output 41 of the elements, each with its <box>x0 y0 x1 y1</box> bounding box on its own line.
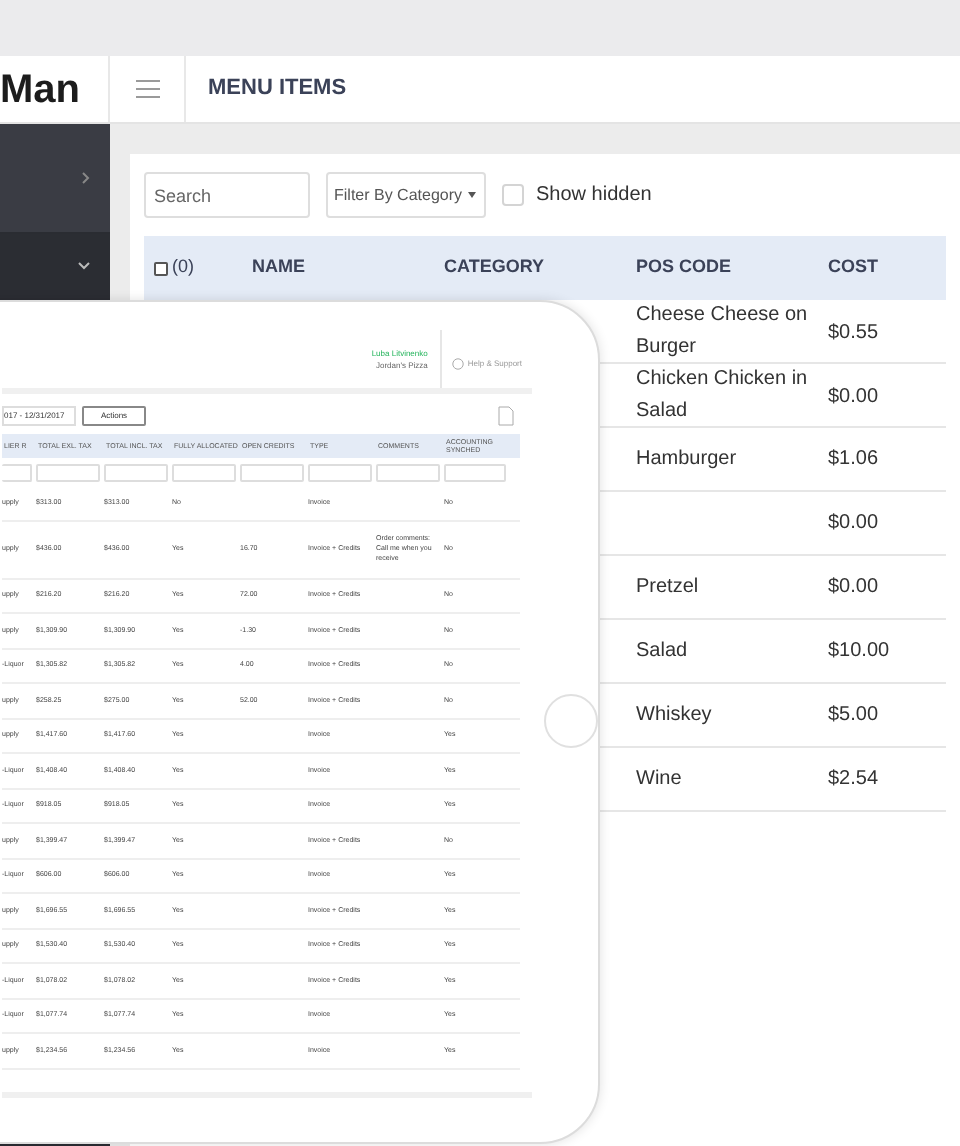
table-cell-text: $10.00 <box>828 638 892 666</box>
document-icon[interactable] <box>498 406 514 426</box>
filter-field[interactable] <box>444 463 506 481</box>
menu-icon[interactable] <box>135 80 159 98</box>
table-cell-text: Wine <box>636 765 684 793</box>
filter-field[interactable] <box>2 463 32 481</box>
filter-field[interactable] <box>172 463 236 481</box>
table-cell-text: Pretzel <box>636 573 701 601</box>
table-cell-text: $0.00 <box>828 383 881 411</box>
table-cell-text: $2.54 <box>828 766 881 794</box>
column-header[interactable]: COST <box>828 254 946 282</box>
table-cell-text: $0.55 <box>828 319 881 347</box>
column-header[interactable]: POS CODE <box>636 254 828 282</box>
home-button[interactable] <box>544 694 598 748</box>
table-cell-text: Salad <box>636 637 690 665</box>
table-cell-text: $0.00 <box>828 574 881 602</box>
search-field[interactable]: Search <box>144 172 310 218</box>
page-title: MENU ITEMS <box>208 74 347 105</box>
sidebar-item[interactable] <box>0 234 110 300</box>
select-all-checkbox[interactable] <box>154 261 168 275</box>
table-cell-text: $0.00 <box>828 510 881 538</box>
table-cell-text: Cheese Cheese on Burger <box>636 302 810 362</box>
table-cell-text: Chicken Chicken in Salad <box>636 366 810 426</box>
show-hidden-label: Show hidden <box>536 182 652 210</box>
table-cell-text: Whiskey <box>636 701 714 729</box>
filter-field[interactable] <box>240 463 304 481</box>
logo-text: Man <box>0 69 80 109</box>
filter-field[interactable] <box>104 463 168 481</box>
filter-field[interactable] <box>376 463 440 481</box>
caret-icon <box>468 192 477 198</box>
column-header[interactable]: NAME <box>252 254 444 282</box>
table-cell-text: Hamburger <box>636 445 739 473</box>
help-icon <box>451 357 464 369</box>
column-header[interactable]: CATEGORY <box>444 254 636 282</box>
show-hidden-checkbox[interactable] <box>502 184 524 206</box>
table-cell-text: $5.00 <box>828 702 881 730</box>
category-filter-dropdown[interactable]: Filter By Category <box>326 172 486 218</box>
filter-field[interactable] <box>308 463 372 481</box>
filter-field[interactable] <box>36 463 100 481</box>
selected-count: (0) <box>172 254 194 281</box>
table-cell-text: $1.06 <box>828 446 881 474</box>
